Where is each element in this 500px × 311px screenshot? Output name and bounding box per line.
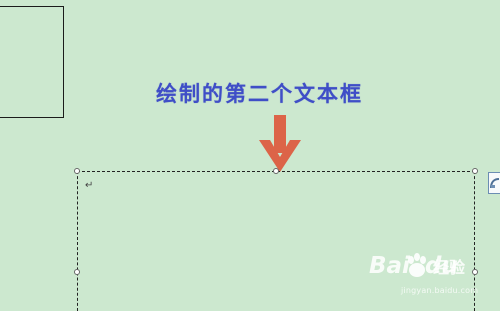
first-text-box[interactable] <box>0 6 64 118</box>
document-canvas: 绘制的第二个文本框 ↵ Bai du 经验 jingyan.baidu.com <box>0 0 500 311</box>
layout-options-button[interactable] <box>488 172 500 194</box>
top-middle-resize-handle[interactable] <box>273 168 279 174</box>
watermark-url: jingyan.baidu.com <box>401 286 479 295</box>
middle-left-resize-handle[interactable] <box>74 269 80 275</box>
second-text-box-caption: 绘制的第二个文本框 <box>156 81 363 106</box>
paragraph-mark: ↵ <box>85 180 94 191</box>
top-left-resize-handle[interactable] <box>74 168 80 174</box>
watermark-logo-row: Bai du 经验 <box>367 253 482 283</box>
watermark-jingyan-text: 经验 <box>433 258 466 277</box>
top-right-resize-handle[interactable] <box>472 168 478 174</box>
baidu-jingyan-watermark: Bai du 经验 jingyan.baidu.com <box>367 253 482 299</box>
watermark-bai-text: Bai <box>369 253 410 279</box>
arrow-down-icon <box>259 115 301 172</box>
layout-options-icon <box>490 178 500 189</box>
